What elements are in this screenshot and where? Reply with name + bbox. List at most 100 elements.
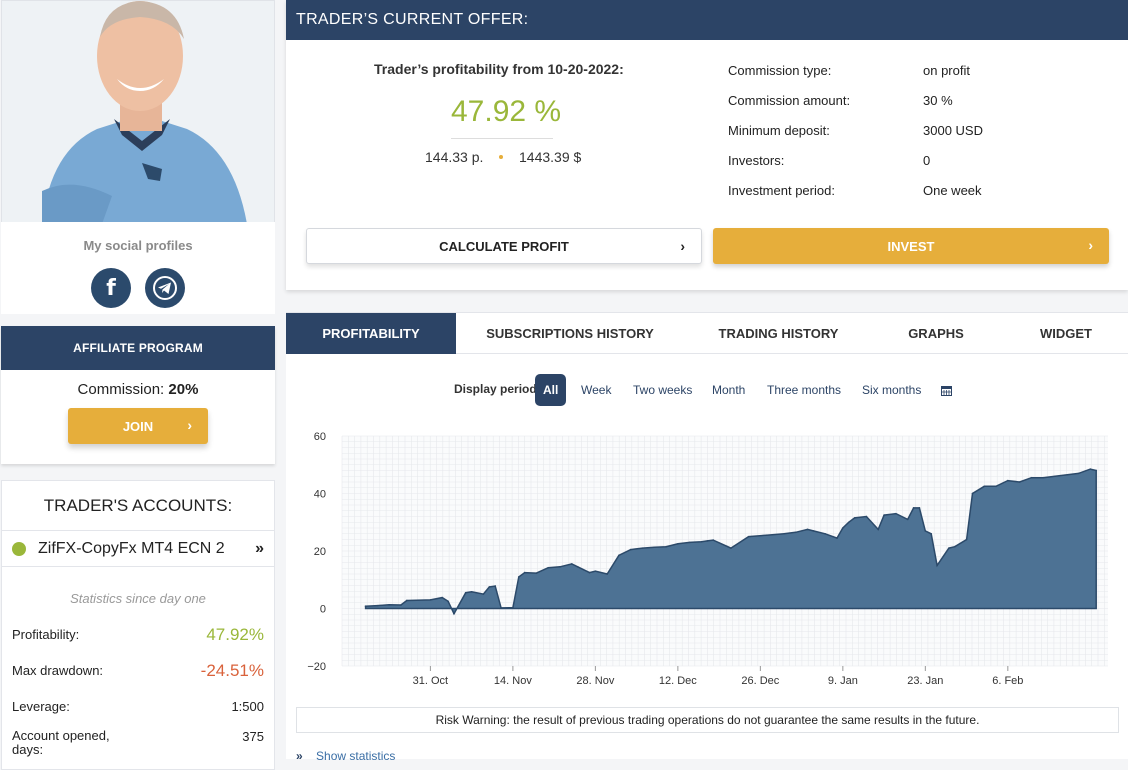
data-point xyxy=(500,607,502,609)
x-tick-label: 6. Feb xyxy=(992,675,1023,687)
calculate-profit-button[interactable]: CALCULATE PROFIT › xyxy=(306,228,702,264)
data-point xyxy=(641,547,644,549)
data-point xyxy=(1030,476,1033,479)
stats-since-label: Statistics since day one xyxy=(70,591,206,606)
social-profiles-card: My social profiles f xyxy=(1,222,275,314)
data-point xyxy=(700,541,703,543)
period-week[interactable]: Week xyxy=(581,374,611,406)
telegram-button[interactable] xyxy=(145,268,185,308)
data-point xyxy=(653,546,656,549)
chevron-right-icon: › xyxy=(187,417,192,433)
data-point xyxy=(971,492,974,495)
x-tick-label: 31. Oct xyxy=(413,675,448,687)
data-point xyxy=(665,545,667,548)
period-all[interactable]: All xyxy=(535,374,567,406)
data-point xyxy=(594,570,597,572)
period-month[interactable]: Month xyxy=(712,374,745,406)
detail-value: 0 xyxy=(923,153,931,168)
data-point xyxy=(488,586,491,588)
data-point xyxy=(924,530,927,532)
data-point xyxy=(712,539,715,541)
tab-profitability[interactable]: PROFITABILITY xyxy=(286,313,456,354)
trader-accounts-card: TRADER'S ACCOUNTS: ZifFX-CopyFx MT4 ECN … xyxy=(1,480,275,770)
display-period-label: Display period: xyxy=(454,382,541,396)
stat-label: Max drawdown: xyxy=(12,663,104,678)
data-point xyxy=(535,572,538,574)
stat-profitability: Profitability: 47.92% xyxy=(12,625,264,644)
y-tick-label: 60 xyxy=(314,431,326,443)
data-point xyxy=(877,528,879,531)
stat-label: Profitability: xyxy=(12,627,80,642)
data-point xyxy=(364,605,367,607)
detail-label: Investors: xyxy=(728,153,785,168)
tab-widget[interactable]: WIDGET xyxy=(1026,313,1106,354)
data-point xyxy=(906,518,909,521)
data-point xyxy=(447,600,449,603)
data-point xyxy=(765,534,768,536)
data-point xyxy=(517,576,520,578)
data-point xyxy=(794,531,797,534)
join-button[interactable]: JOIN › xyxy=(68,408,208,444)
invest-label: INVEST xyxy=(887,238,935,254)
detail-label: Commission type: xyxy=(728,63,832,78)
affiliate-commission-value: 20% xyxy=(168,381,199,398)
profit-points: 144.33 p. xyxy=(425,149,484,165)
period-three-months[interactable]: Three months xyxy=(767,374,841,406)
data-point xyxy=(747,535,750,538)
join-button-label: JOIN xyxy=(122,418,154,434)
invest-button[interactable]: INVEST › xyxy=(713,228,1109,264)
stat-value: 1:500 xyxy=(231,699,264,714)
data-point xyxy=(1007,479,1009,482)
data-point xyxy=(464,591,467,594)
detail-value: 30 % xyxy=(923,93,953,108)
telegram-icon xyxy=(153,276,177,300)
data-point xyxy=(571,563,573,565)
detail-label: Investment period: xyxy=(728,183,835,198)
facebook-button[interactable]: f xyxy=(91,268,131,308)
data-point xyxy=(1042,476,1044,479)
tab-subscriptions-history[interactable]: SUBSCRIPTIONS HISTORY xyxy=(476,313,664,354)
divider xyxy=(451,138,553,139)
stat-max-drawdown: Max drawdown: -24.51% xyxy=(12,661,264,680)
y-tick-label: −20 xyxy=(307,661,326,673)
tab-graphs[interactable]: GRAPHS xyxy=(896,313,976,354)
detail-value: One week xyxy=(923,183,982,198)
account-row[interactable]: ZifFX-CopyFx MT4 ECN 2 » xyxy=(2,531,274,567)
double-chevron-icon[interactable]: » xyxy=(255,540,264,558)
data-point xyxy=(883,514,885,516)
period-two-weeks[interactable]: Two weeks xyxy=(633,374,692,406)
data-point xyxy=(783,532,785,535)
data-point xyxy=(853,517,856,519)
calendar-icon[interactable] xyxy=(941,374,952,406)
data-point xyxy=(429,599,432,601)
data-point xyxy=(847,521,850,524)
trader-portrait-image xyxy=(2,1,274,222)
y-tick-label: 20 xyxy=(314,546,326,558)
profit-money: 1443.39 $ xyxy=(519,149,582,165)
x-tick-label: 23. Jan xyxy=(907,675,943,687)
data-point xyxy=(441,596,443,599)
current-offer-panel: TRADER’S CURRENT OFFER: Trader’s profita… xyxy=(286,0,1128,290)
data-point xyxy=(706,540,709,542)
trader-accounts-title: TRADER'S ACCOUNTS: xyxy=(2,481,274,531)
trader-photo xyxy=(1,0,275,223)
tab-bar: PROFITABILITY SUBSCRIPTIONS HISTORY TRAD… xyxy=(286,312,1128,354)
stat-value: -24.51% xyxy=(200,661,264,680)
x-tick-label: 9. Jan xyxy=(828,675,858,687)
social-profiles-title: My social profiles xyxy=(83,238,193,253)
data-point xyxy=(918,507,921,509)
account-status-dot xyxy=(12,541,26,556)
data-point xyxy=(965,538,968,541)
data-point xyxy=(1095,469,1098,472)
chevron-right-icon: › xyxy=(680,238,685,254)
double-chevron-icon: » xyxy=(296,749,303,763)
x-tick-label: 14. Nov xyxy=(494,675,532,687)
data-point xyxy=(1077,472,1080,475)
y-tick-label: 40 xyxy=(314,489,326,501)
show-statistics-link[interactable]: » Show statistics xyxy=(296,749,395,763)
current-offer-header: TRADER’S CURRENT OFFER: xyxy=(286,0,1128,40)
x-tick-label: 26. Dec xyxy=(741,675,779,687)
tab-trading-history[interactable]: TRADING HISTORY xyxy=(706,313,851,354)
data-point xyxy=(836,537,838,539)
period-six-months[interactable]: Six months xyxy=(862,374,921,406)
